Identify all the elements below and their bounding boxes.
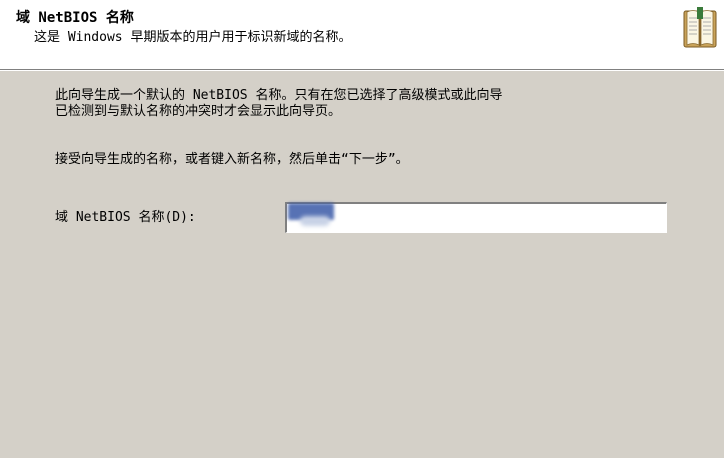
instruction-paragraph: 接受向导生成的名称，或者键入新名称，然后单击“下一步”。	[55, 152, 409, 167]
description-paragraph: 此向导生成一个默认的 NetBIOS 名称。只有在您已选择了高级模式或此向导 已…	[55, 88, 502, 120]
description-line-1: 此向导生成一个默认的 NetBIOS 名称。只有在您已选择了高级模式或此向导	[55, 88, 503, 103]
wizard-content: 此向导生成一个默认的 NetBIOS 名称。只有在您已选择了高级模式或此向导 已…	[0, 71, 724, 458]
netbios-name-input[interactable]	[285, 202, 667, 233]
book-icon	[683, 7, 717, 48]
redacted-smudge	[300, 216, 330, 226]
page-title: 域 NetBIOS 名称	[16, 10, 134, 26]
description-line-2: 已检测到与默认名称的冲突时才会显示此向导页。	[55, 104, 342, 119]
wizard-header: 域 NetBIOS 名称 这是 Windows 早期版本的用户用于标识新域的名称…	[0, 0, 724, 70]
netbios-name-label: 域 NetBIOS 名称(D):	[55, 210, 196, 225]
page-subtitle: 这是 Windows 早期版本的用户用于标识新域的名称。	[34, 30, 352, 45]
